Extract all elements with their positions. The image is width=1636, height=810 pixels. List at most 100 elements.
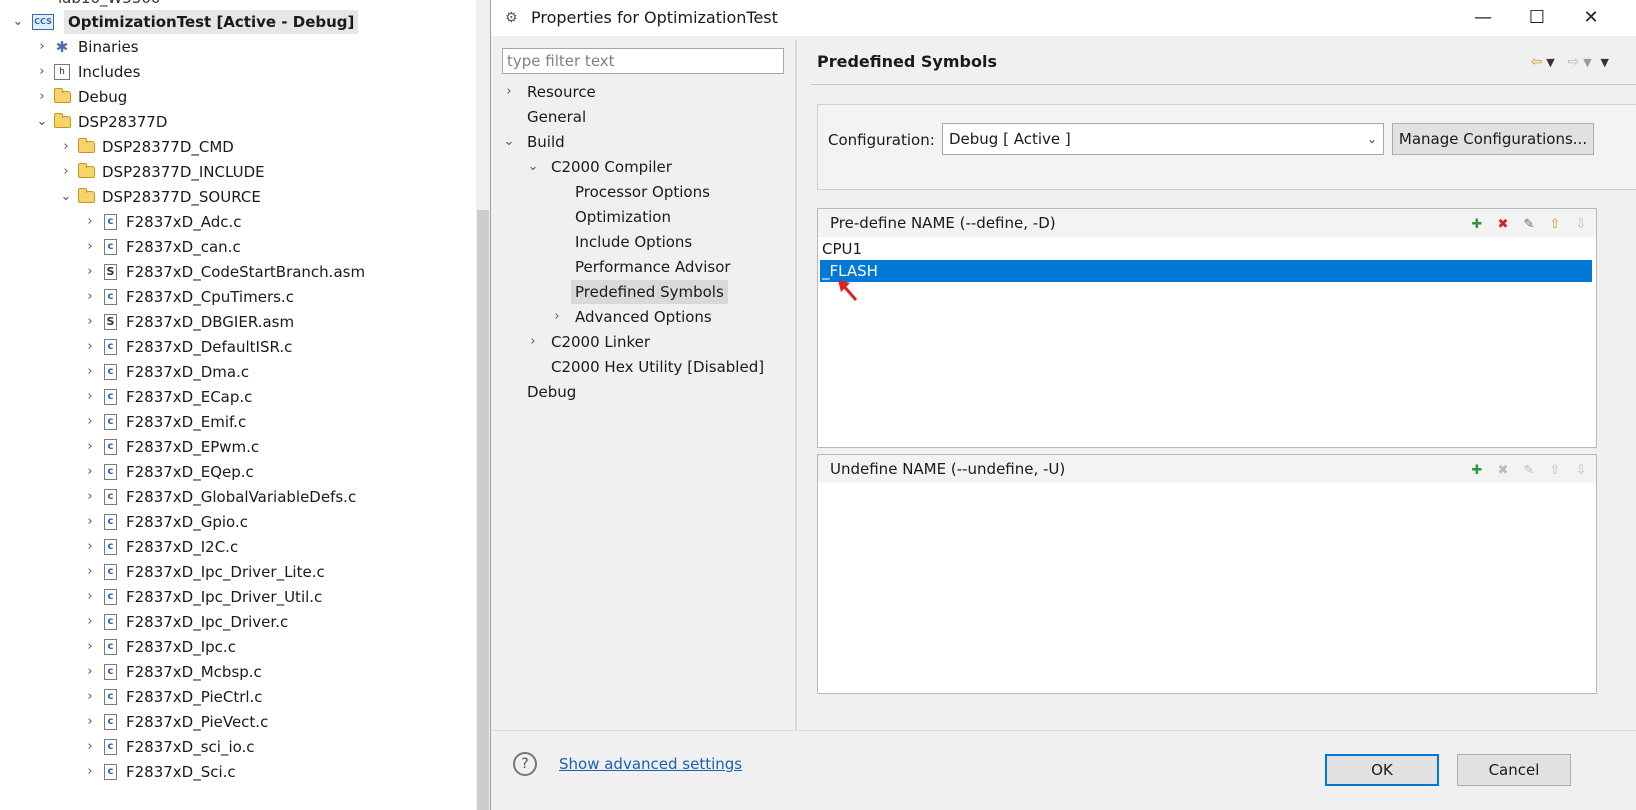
chevron-right-icon[interactable]: › — [501, 80, 517, 104]
chevron-right-icon[interactable]: › — [82, 335, 98, 359]
chevron-right-icon[interactable]: › — [549, 305, 565, 329]
chevron-right-icon[interactable]: › — [82, 710, 98, 734]
configuration-group: Configuration: Debug [ Active ] ⌄ Manage… — [817, 104, 1636, 190]
minimize-button[interactable]: — — [1455, 0, 1511, 36]
file-name: F2837xD_CodeStartBranch.asm — [126, 263, 366, 281]
folder-open-icon — [54, 113, 71, 130]
configuration-select[interactable]: Debug [ Active ] ⌄ — [942, 123, 1384, 155]
chevron-down-icon[interactable]: ⌄ — [1367, 124, 1377, 154]
c-file-icon: c — [102, 639, 119, 655]
maximize-button[interactable]: ☐ — [1509, 0, 1565, 36]
file-name: F2837xD_DefaultISR.c — [126, 338, 293, 356]
chevron-right-icon[interactable]: › — [82, 235, 98, 259]
file-name: F2837xD_Sci.c — [126, 763, 236, 781]
nav-item-label: C2000 Hex Utility [Disabled] — [551, 358, 765, 376]
chevron-right-icon[interactable]: › — [82, 410, 98, 434]
back-arrow-icon[interactable]: ⇦ — [1531, 54, 1543, 70]
move-down-icon[interactable]: ⇩ — [1572, 462, 1590, 480]
filter-input[interactable] — [502, 48, 784, 74]
c-file-icon: c — [102, 339, 119, 355]
show-advanced-settings-link[interactable]: Show advanced settings — [559, 752, 742, 776]
chevron-right-icon[interactable]: › — [82, 760, 98, 784]
file-name: F2837xD_Ipc_Driver_Lite.c — [126, 563, 325, 581]
chevron-down-icon[interactable]: ⌄ — [501, 130, 517, 154]
chevron-right-icon[interactable]: › — [58, 135, 74, 159]
nav-item-label: C2000 Compiler — [551, 158, 672, 176]
forward-dropdown-icon[interactable]: ▼ — [1583, 56, 1591, 69]
chevron-right-icon[interactable]: › — [82, 310, 98, 334]
file-name: F2837xD_Adc.c — [126, 213, 242, 231]
nav-item-label: Include Options — [575, 233, 693, 251]
chevron-right-icon[interactable]: › — [34, 85, 50, 109]
configuration-value: Debug [ Active ] — [949, 130, 1071, 148]
binaries-icon: ✱ — [55, 38, 69, 56]
chevron-right-icon[interactable]: › — [34, 35, 50, 59]
move-down-icon[interactable]: ⇩ — [1572, 216, 1590, 234]
chevron-down-icon[interactable]: ⌄ — [525, 155, 541, 179]
add-icon[interactable]: ✚ — [1468, 462, 1486, 480]
file-name: F2837xD_Ipc.c — [126, 638, 236, 656]
c-file-icon: c — [102, 489, 119, 505]
file-name: F2837xD_EPwm.c — [126, 438, 260, 456]
close-button[interactable]: ✕ — [1563, 0, 1619, 36]
c-file-icon: c — [102, 589, 119, 605]
chevron-right-icon[interactable]: › — [82, 560, 98, 584]
chevron-right-icon[interactable]: › — [82, 435, 98, 459]
tree-item-label: lab16_W5500 — [58, 0, 160, 10]
property-nav-tree: › Resource General ⌄ Build ⌄ C2000 Compiler Pro… — [491, 80, 793, 730]
chevron-right-icon[interactable]: › — [82, 735, 98, 759]
chevron-right-icon[interactable]: › — [82, 610, 98, 634]
chevron-right-icon[interactable]: › — [82, 635, 98, 659]
explorer-scrollbar-thumb[interactable] — [477, 210, 489, 810]
manage-configurations-button[interactable]: Manage Configurations... — [1392, 123, 1594, 155]
chevron-right-icon[interactable]: › — [82, 210, 98, 234]
chevron-right-icon[interactable]: › — [82, 660, 98, 684]
c-file-icon: c — [102, 739, 119, 755]
chevron-right-icon[interactable]: › — [82, 510, 98, 534]
chevron-right-icon[interactable]: › — [82, 535, 98, 559]
move-up-icon[interactable]: ⇧ — [1546, 462, 1564, 480]
tree-item-label: Debug — [78, 88, 128, 106]
chevron-right-icon[interactable]: › — [34, 60, 50, 84]
symbol-item[interactable]: _FLASH — [820, 260, 1592, 282]
dialog-titlebar[interactable]: ⚙ Properties for OptimizationTest — ☐ ✕ — [491, 0, 1636, 36]
view-menu-icon[interactable]: ▼ — [1601, 56, 1609, 69]
symbol-item[interactable]: CPU1 — [820, 238, 862, 260]
chevron-right-icon[interactable]: › — [82, 285, 98, 309]
folder-icon — [78, 138, 95, 155]
move-up-icon[interactable]: ⇧ — [1546, 216, 1564, 234]
project-name: OptimizationTest [Active - Debug] — [64, 10, 359, 34]
file-name: F2837xD_Ipc_Driver.c — [126, 613, 289, 631]
delete-icon[interactable]: ✖ — [1494, 462, 1512, 480]
chevron-right-icon[interactable]: › — [82, 685, 98, 709]
chevron-right-icon[interactable]: › — [82, 360, 98, 384]
nav-item-label: Resource — [527, 83, 596, 101]
c-file-icon: c — [102, 564, 119, 580]
chevron-right-icon[interactable]: › — [82, 485, 98, 509]
chevron-right-icon[interactable]: › — [82, 585, 98, 609]
file-name: F2837xD_CpuTimers.c — [126, 288, 294, 306]
add-icon[interactable]: ✚ — [1468, 216, 1486, 234]
predefine-header: Pre-define NAME (--define, -D) ✚ ✖ ✎ ⇧ ⇩ — [818, 209, 1596, 237]
forward-arrow-icon[interactable]: ⇨ — [1568, 54, 1580, 70]
help-icon[interactable]: ? — [513, 752, 537, 776]
ok-button[interactable]: OK — [1325, 754, 1439, 786]
chevron-right-icon[interactable]: › — [82, 460, 98, 484]
file-name: F2837xD_can.c — [126, 238, 241, 256]
edit-icon[interactable]: ✎ — [1520, 216, 1538, 234]
file-name: F2837xD_Mcbsp.c — [126, 663, 262, 681]
c-file-icon: c — [102, 514, 119, 530]
delete-icon[interactable]: ✖ — [1494, 216, 1512, 234]
chevron-right-icon[interactable]: › — [525, 330, 541, 354]
chevron-right-icon[interactable]: › — [82, 260, 98, 284]
edit-icon[interactable]: ✎ — [1520, 462, 1538, 480]
undefine-toolbar: ✚ ✖ ✎ ⇧ ⇩ — [1460, 460, 1590, 478]
back-dropdown-icon[interactable]: ▼ — [1546, 56, 1554, 69]
chevron-right-icon[interactable]: › — [58, 160, 74, 184]
chevron-down-icon[interactable]: ⌄ — [58, 185, 74, 209]
nav-item-label: Advanced Options — [575, 308, 712, 326]
chevron-right-icon[interactable]: › — [82, 385, 98, 409]
chevron-down-icon[interactable]: ⌄ — [10, 10, 26, 34]
cancel-button[interactable]: Cancel — [1457, 754, 1571, 786]
chevron-down-icon[interactable]: ⌄ — [34, 110, 50, 134]
